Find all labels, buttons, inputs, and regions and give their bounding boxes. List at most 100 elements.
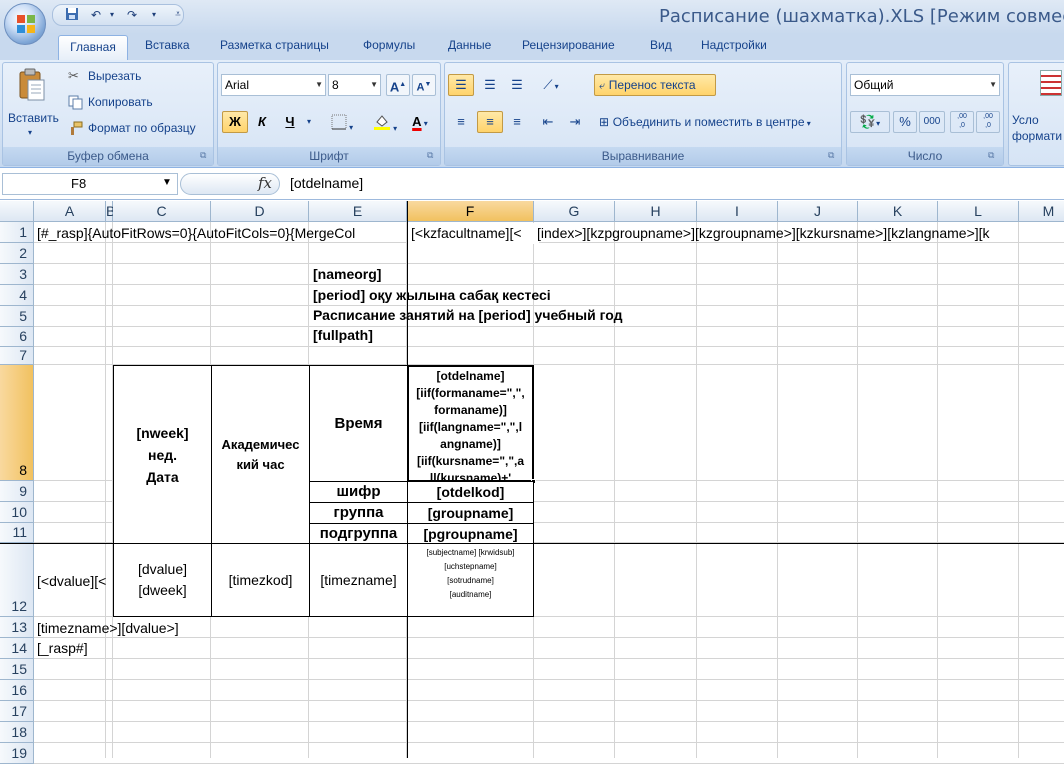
clipboard-launcher-icon[interactable]: ⧉ [200, 150, 206, 161]
cell-d12[interactable]: [timezkod] [211, 543, 310, 617]
copy-button[interactable]: Копировать [68, 94, 208, 112]
name-box[interactable]: F8 [2, 173, 178, 195]
tab-view[interactable]: Вид [650, 38, 672, 52]
office-button[interactable] [4, 3, 46, 45]
row-header-14[interactable]: 14 [0, 638, 34, 659]
wrap-text-button[interactable]: ⤶ Перенос текста [594, 74, 716, 96]
row-header-8[interactable]: 8 [0, 365, 34, 481]
row-header-4[interactable]: 4 [0, 285, 34, 306]
font-size-select[interactable]: 8 ▼ [328, 74, 381, 96]
align-right-icon[interactable]: ≡ [504, 111, 530, 133]
row-header-16[interactable]: 16 [0, 680, 34, 701]
cell-f1[interactable]: [<kzfacultname][< [407, 223, 539, 244]
column-header-d[interactable]: D [211, 201, 309, 222]
cell-f9[interactable]: [otdelkod] [407, 481, 534, 503]
grow-font-icon[interactable]: A▲ [386, 74, 410, 96]
column-header-b[interactable]: B [106, 201, 115, 222]
underline-button[interactable]: Ч [278, 111, 302, 133]
shrink-font-icon[interactable]: A▼ [412, 74, 436, 96]
cell-e12[interactable]: [timezname] [309, 543, 408, 617]
row-header-12[interactable]: 12 [0, 543, 34, 617]
row-header-17[interactable]: 17 [0, 701, 34, 722]
cell-e11[interactable]: подгруппа [309, 523, 408, 545]
increase-indent-icon[interactable]: ⇥ [562, 111, 588, 133]
fill-color-button[interactable]: ▾ [364, 111, 406, 133]
row-header-18[interactable]: 18 [0, 722, 34, 743]
row-header-13[interactable]: 13 [0, 617, 34, 638]
cell-e10[interactable]: группа [309, 502, 408, 524]
alignment-launcher-icon[interactable]: ⧉ [828, 150, 834, 161]
column-header-e[interactable]: E [309, 201, 407, 222]
align-left-icon[interactable]: ≡ [448, 111, 474, 133]
number-format-select[interactable]: Общий ▼ [850, 74, 1000, 96]
cell-e9[interactable]: шифр [309, 481, 408, 503]
row-header-11[interactable]: 11 [0, 523, 34, 543]
conditional-format-icon[interactable] [1040, 70, 1062, 96]
row-header-6[interactable]: 6 [0, 327, 34, 347]
align-middle-icon[interactable]: ☰ [477, 74, 503, 96]
tab-formulas[interactable]: Формулы [363, 38, 415, 52]
row-header-1[interactable]: 1 [0, 222, 34, 243]
column-header-i[interactable]: I [697, 201, 778, 222]
column-header-a[interactable]: A [34, 201, 106, 222]
column-header-k[interactable]: K [858, 201, 938, 222]
column-header-m[interactable]: M [1019, 201, 1064, 222]
underline-dropdown-icon[interactable]: ▾ [303, 111, 315, 133]
row-header-9[interactable]: 9 [0, 481, 34, 502]
row-header-3[interactable]: 3 [0, 264, 34, 285]
column-header-c[interactable]: C [113, 201, 211, 222]
row-header-5[interactable]: 5 [0, 306, 34, 327]
increase-decimal-button[interactable]: ,00 ,0 [950, 111, 974, 133]
cell-d8[interactable]: Академичес кий час [211, 365, 310, 544]
row-header-15[interactable]: 15 [0, 659, 34, 680]
font-launcher-icon[interactable]: ⧉ [427, 150, 433, 161]
cell-f10[interactable]: [groupname] [407, 502, 534, 524]
cell-f8[interactable]: [otdelname] [iif(formaname=",", formanam… [407, 365, 534, 482]
bold-button[interactable]: Ж [222, 111, 248, 133]
row-header-10[interactable]: 10 [0, 502, 34, 523]
font-color-button[interactable]: A ▾ [402, 111, 438, 133]
formula-input[interactable]: [otdelname] [290, 175, 363, 191]
column-header-g[interactable]: G [534, 201, 615, 222]
select-all-button[interactable] [0, 201, 34, 222]
column-header-h[interactable]: H [615, 201, 697, 222]
cell-f11[interactable]: [pgroupname] [407, 523, 534, 545]
cut-button[interactable]: ✂ Вырезать [68, 68, 208, 86]
orientation-icon[interactable]: ⟋ ▾ [532, 74, 570, 96]
number-launcher-icon[interactable]: ⧉ [988, 150, 994, 161]
tab-home[interactable]: Главная [58, 35, 128, 61]
align-center-icon[interactable]: ≡ [477, 111, 503, 133]
name-box-dropdown-icon[interactable]: ▼ [162, 177, 172, 188]
align-top-icon[interactable]: ☰ [448, 74, 474, 96]
cell-c8[interactable]: [nweek] нед. Дата [113, 365, 212, 544]
percent-button[interactable]: % [893, 111, 917, 133]
font-name-select[interactable]: Arial ▼ [221, 74, 326, 96]
tab-review[interactable]: Рецензирование [522, 38, 615, 52]
cell-f12[interactable]: [subjectname] [krwidsub] [uchstepname] [… [407, 543, 534, 617]
column-header-j[interactable]: J [778, 201, 858, 222]
undo-dropdown-icon[interactable]: ▾ [104, 7, 120, 23]
column-header-l[interactable]: L [938, 201, 1019, 222]
redo-dropdown-icon[interactable]: ▾ [146, 7, 162, 23]
cell-c12[interactable]: [dvalue] [dweek] [113, 543, 212, 617]
customize-qat-icon[interactable]: ⩡ [170, 7, 186, 23]
row-header-7[interactable]: 7 [0, 347, 34, 365]
thousands-button[interactable]: 000 [919, 111, 945, 133]
decrease-decimal-button[interactable]: ,00 ,0 [976, 111, 1000, 133]
currency-format-button[interactable]: 💱▾ [850, 111, 890, 133]
row-header-2[interactable]: 2 [0, 243, 34, 264]
align-bottom-icon[interactable]: ☰ [504, 74, 530, 96]
tab-addins[interactable]: Надстройки [701, 38, 767, 52]
decrease-indent-icon[interactable]: ⇤ [535, 111, 561, 133]
cell-e8[interactable]: Время [309, 365, 408, 482]
fx-icon[interactable]: fx [258, 174, 272, 192]
row-header-19[interactable]: 19 [0, 743, 34, 764]
conditional-format-label[interactable]: Усло формати [1012, 112, 1062, 144]
tab-data[interactable]: Данные [448, 38, 491, 52]
format-painter-button[interactable]: Формат по образцу [68, 120, 213, 138]
column-header-f[interactable]: F [407, 201, 534, 222]
paste-button[interactable]: Вставить ▾ [6, 66, 59, 142]
redo-icon[interactable]: ↷ [124, 7, 140, 23]
borders-button[interactable]: ▾ [322, 111, 362, 133]
tab-page-layout[interactable]: Разметка страницы [220, 38, 329, 52]
